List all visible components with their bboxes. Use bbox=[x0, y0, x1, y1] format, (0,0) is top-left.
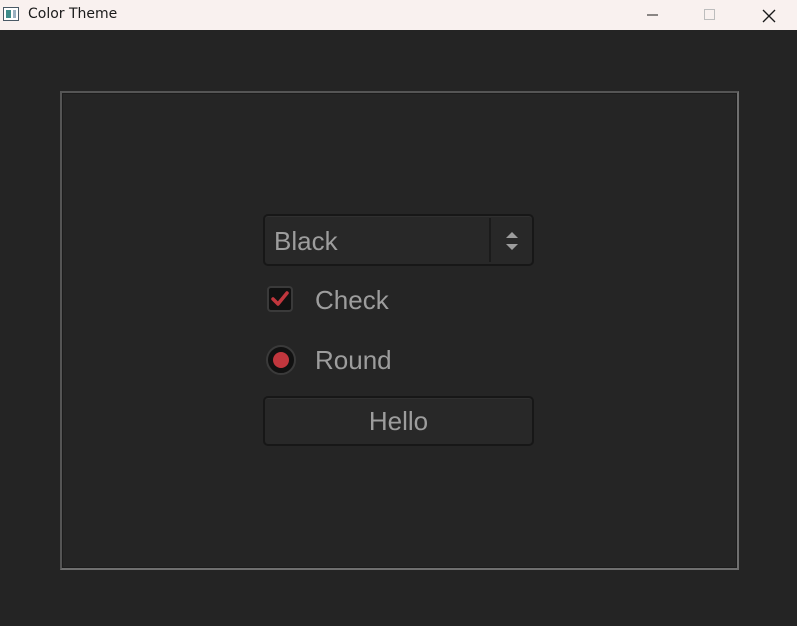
hello-button[interactable]: Hello bbox=[263, 396, 534, 446]
theme-combobox[interactable]: Black bbox=[263, 214, 534, 266]
check-option[interactable]: Check bbox=[265, 282, 525, 318]
checkmark-icon bbox=[271, 291, 289, 306]
checkbox[interactable] bbox=[267, 286, 293, 312]
radio-label[interactable]: Round bbox=[315, 345, 392, 376]
radio-button[interactable] bbox=[266, 345, 296, 375]
app-icon bbox=[3, 7, 19, 21]
radio-dot bbox=[273, 352, 289, 368]
close-button[interactable] bbox=[745, 0, 791, 30]
minimize-button[interactable] bbox=[630, 0, 676, 30]
minimize-icon bbox=[647, 14, 658, 16]
window-title: Color Theme bbox=[28, 6, 118, 22]
close-icon bbox=[762, 9, 776, 23]
hello-button-label: Hello bbox=[368, 406, 429, 436]
group-frame bbox=[60, 91, 739, 570]
combobox-value: Black bbox=[274, 226, 338, 256]
title-bar[interactable]: Color Theme bbox=[0, 0, 797, 30]
round-option[interactable]: Round bbox=[265, 342, 525, 378]
combobox-separator bbox=[489, 218, 491, 262]
maximize-button[interactable] bbox=[687, 0, 733, 30]
maximize-icon bbox=[704, 9, 715, 20]
app-window: Color Theme Black Check Round Hello bbox=[0, 0, 797, 626]
checkbox-label[interactable]: Check bbox=[315, 285, 389, 316]
updown-arrows-icon[interactable] bbox=[505, 230, 519, 252]
